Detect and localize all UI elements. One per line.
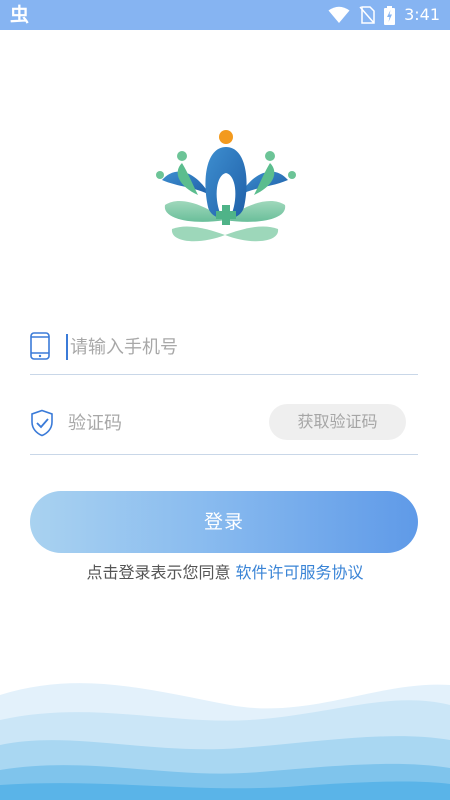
no-sim-icon — [359, 6, 375, 24]
code-field-row: 获取验证码 — [30, 398, 418, 455]
lotus-medical-logo — [156, 130, 296, 242]
get-code-button[interactable]: 获取验证码 — [269, 404, 406, 440]
verification-code-input[interactable] — [66, 410, 258, 436]
shield-check-icon — [31, 409, 53, 437]
license-agreement-link[interactable]: 软件许可服务协议 — [236, 563, 364, 582]
wave-decoration — [0, 683, 450, 800]
phone-input[interactable] — [66, 334, 410, 360]
phone-icon — [30, 332, 50, 360]
status-bar: 虫 3:41 — [0, 0, 450, 30]
phone-field-row — [30, 320, 418, 375]
status-icons: 3:41 — [328, 0, 440, 30]
status-time: 3:41 — [404, 5, 440, 24]
login-button[interactable]: 登录 — [30, 491, 418, 553]
agreement-text: 点击登录表示您同意 软件许可服务协议 — [0, 562, 450, 584]
wifi-icon — [328, 6, 350, 23]
app-notification-icon: 虫 — [10, 4, 30, 26]
battery-charging-icon — [384, 5, 396, 25]
agreement-prefix: 点击登录表示您同意 — [86, 563, 231, 582]
